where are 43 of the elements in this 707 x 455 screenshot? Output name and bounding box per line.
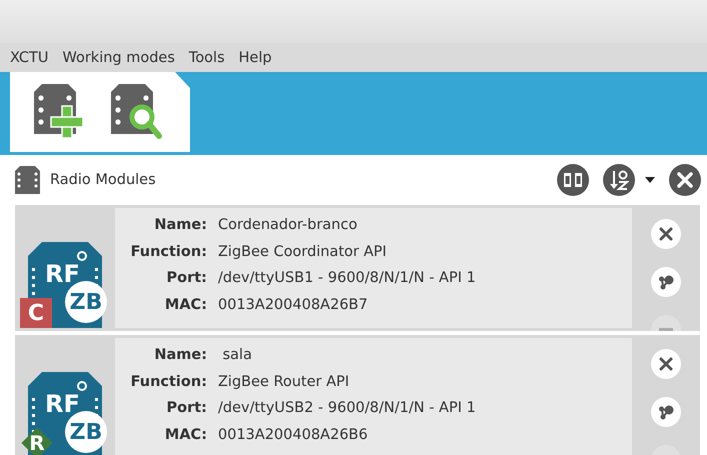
close-icon — [659, 357, 673, 371]
field-value: sala — [222, 346, 253, 365]
network-icon — [657, 403, 675, 421]
field-value: 0013A200408A26B7 — [218, 296, 369, 314]
sort-button[interactable] — [603, 164, 635, 196]
field-value: ZigBee Coordinator API — [218, 242, 388, 262]
field-label: Function: — [130, 242, 207, 262]
field-value: Cordenador-branco — [218, 216, 358, 235]
field-value: /dev/ttyUSB2 - 9600/8/N/1/N - API 1 — [218, 399, 477, 418]
sort-icon — [609, 169, 629, 191]
network-icon — [657, 273, 675, 291]
menu-item[interactable]: Help — [238, 50, 272, 66]
disconnect-button[interactable] — [651, 219, 681, 249]
close-icon — [659, 227, 673, 241]
menu-item[interactable]: XCTU — [10, 50, 48, 66]
minus-icon — [659, 328, 673, 331]
module-icon — [15, 166, 40, 194]
field-label: Name: — [153, 346, 207, 365]
menu-item[interactable]: Working modes — [62, 50, 175, 66]
role-letter: C — [28, 300, 44, 326]
field-label: Function: — [130, 372, 207, 392]
field-value: ZigBee Router API — [218, 372, 350, 392]
columns-button[interactable] — [557, 164, 589, 196]
discover-module-icon[interactable] — [111, 84, 163, 140]
close-button[interactable] — [669, 164, 701, 196]
caret-icon[interactable] — [645, 177, 655, 183]
field-label: Port: — [166, 399, 207, 418]
close-icon — [677, 172, 693, 188]
module-card[interactable]: RF C ZB Name: Cordenador-branco Function: ZigBee Coordinator API Port: /dev/ttyUSB1 - 9600/8/N/1/N - API 1 MAC: 0013A200408A26B7 — [15, 205, 700, 331]
module-card[interactable]: RF R ZB Name: sala Function: ZigBee Router API Port: /dev/ttyUSB2 - 9600/8/N/1/N - API 1 MAC: 0013A200408A26B6 — [15, 335, 700, 455]
field-label: MAC: — [164, 426, 207, 444]
field-label: Port: — [166, 269, 207, 288]
columns-icon — [563, 171, 583, 189]
field-label: MAC: — [164, 296, 207, 314]
menu-item[interactable]: Tools — [188, 50, 225, 66]
field-value: /dev/ttyUSB1 - 9600/8/N/1/N - API 1 — [218, 269, 477, 288]
field-label: Name: — [153, 216, 207, 235]
field-value: 0013A200408A26B6 — [218, 426, 369, 444]
role-letter: R — [29, 431, 45, 455]
disconnect-button[interactable] — [651, 349, 681, 379]
panel-title: Radio Modules — [50, 172, 157, 188]
network-button[interactable] — [651, 397, 681, 427]
network-button[interactable] — [651, 267, 681, 297]
